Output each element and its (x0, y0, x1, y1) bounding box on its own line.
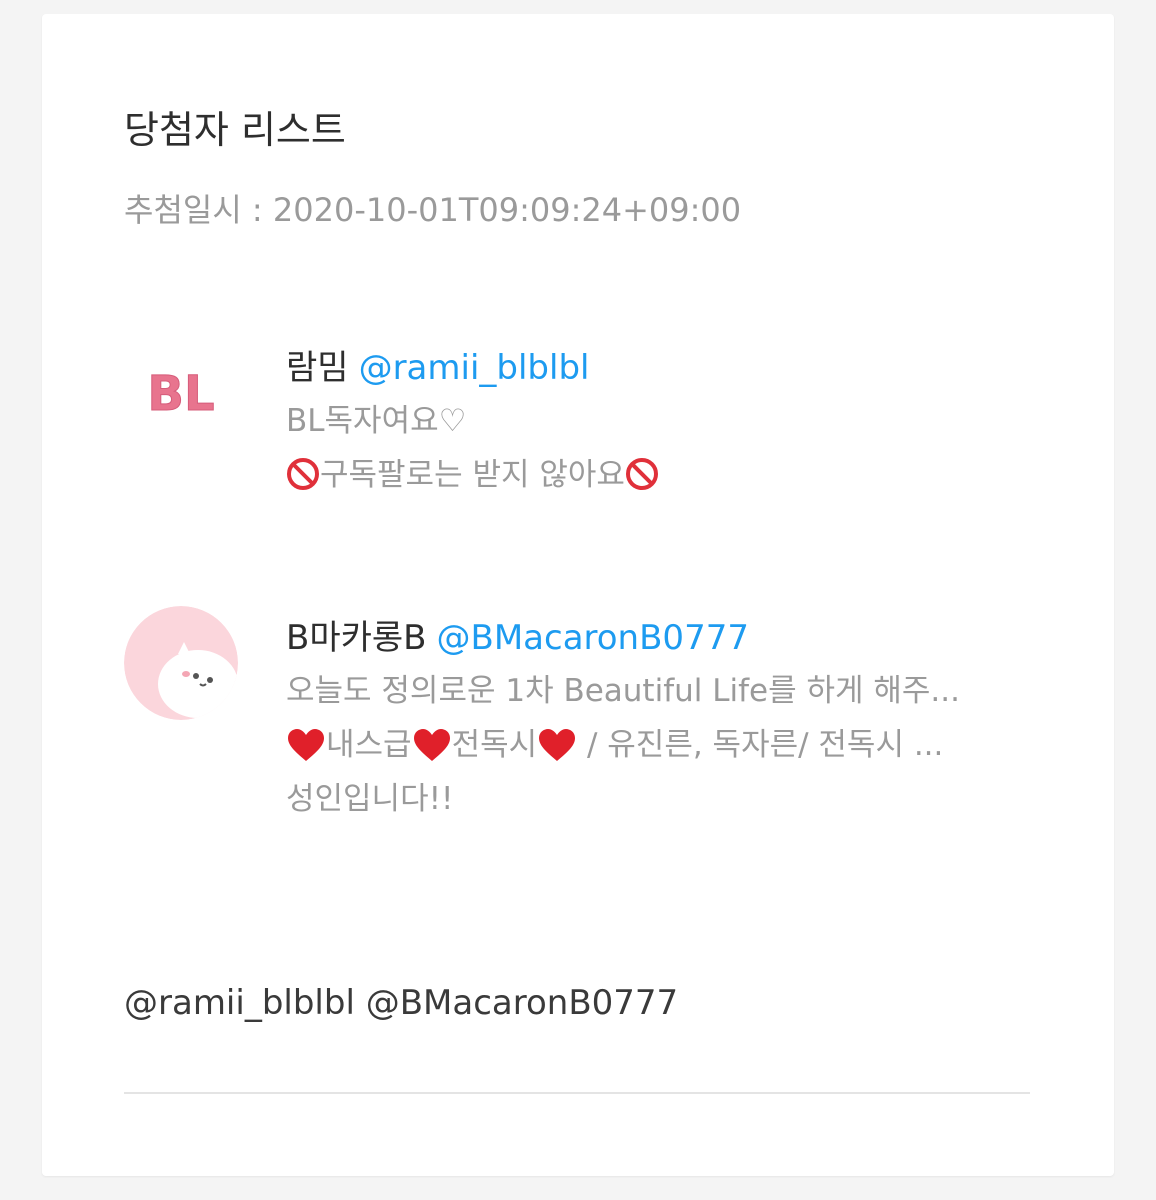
winner-display-name: 람밈 (286, 348, 349, 388)
winner-name-line: 람밈 @ramii_blblbl (286, 342, 1026, 394)
winner-bio-text: 구독팔로는 받지 않아요 (320, 457, 625, 493)
winner-display-name: B마카롱B (286, 618, 427, 658)
heart-icon (288, 729, 324, 761)
winner-list-card: 당첨자 리스트 추첨일시 : 2020-10-01T09:09:24+09:00… (42, 14, 1114, 1176)
winner-bio-line: 구독팔로는 받지 않아요 (286, 448, 1026, 502)
pink-cat-avatar[interactable] (124, 606, 238, 720)
draw-time: 추첨일시 : 2020-10-01T09:09:24+09:00 (124, 191, 742, 229)
svg-text:BL: BL (147, 366, 214, 422)
winner-mentions[interactable]: @ramii_blblbl @BMacaronB0777 (124, 978, 678, 1028)
page-title: 당첨자 리스트 (124, 108, 346, 152)
winner-bio-text: 전독시 (451, 727, 538, 763)
winner-bio-line: 오늘도 정의로운 1차 Beautiful Life를 하게 해주... (286, 673, 960, 709)
winner-info: B마카롱B @BMacaronB0777 오늘도 정의로운 1차 Beautifu… (286, 612, 1026, 826)
winner-bio-text: / 유진른, 독자른/ 전독시 ... (577, 727, 944, 763)
winner-bio-line: 성인입니다!! (286, 781, 454, 817)
winner-name-line: B마카롱B @BMacaronB0777 (286, 612, 1026, 664)
no-entry-icon (287, 458, 319, 490)
winner-bio-line: BL독자여요♡ (286, 403, 467, 439)
heart-icon (413, 729, 450, 761)
heart-icon (539, 729, 576, 761)
bl-logo-avatar[interactable]: BL (124, 336, 238, 450)
winner-handle-link[interactable]: @BMacaronB0777 (437, 618, 749, 658)
no-entry-icon (625, 458, 658, 490)
winner-info: 람밈 @ramii_blblbl BL독자여요♡ 구독팔로는 받지 않아요 (286, 342, 1026, 502)
winner-bio-line: 내스급 전독시 / 유진른, 독자른/ 전독시 ... (286, 718, 1026, 772)
winner-bio-text: 내스급 (326, 727, 412, 763)
divider (124, 1092, 1030, 1094)
winner-handle-link[interactable]: @ramii_blblbl (359, 348, 590, 388)
